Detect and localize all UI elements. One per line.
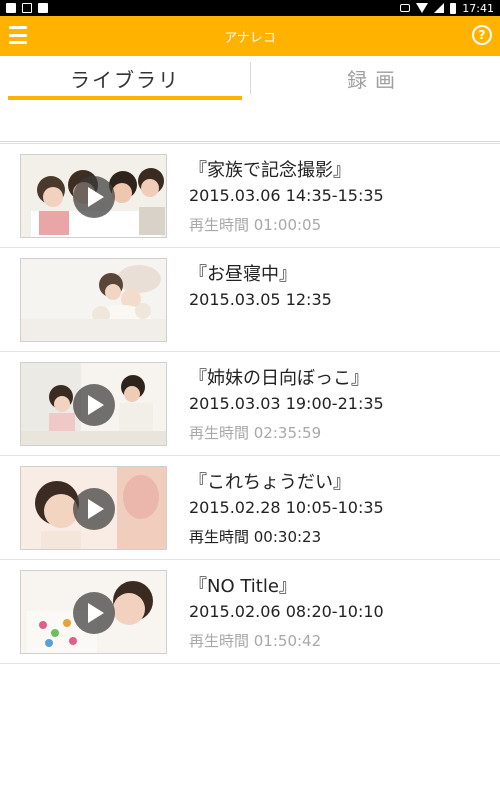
item-date: 2015.03.06 14:35-15:35 [189,186,384,205]
item-duration: 再生時間 01:00:05 [189,216,322,234]
signal-icon [434,3,445,13]
battery-icon [450,2,457,14]
tab-record[interactable]: 録画 [250,56,500,100]
item-title: 『姉妹の日向ぼっこ』 [189,368,369,389]
list-item[interactable]: 『お昼寝中』 2015.03.05 12:35 [0,248,500,352]
item-duration: 再生時間 01:50:42 [189,632,322,650]
list-item[interactable]: 『家族で記念撮影』 2015.03.06 14:35-15:35 再生時間 01… [0,144,500,248]
list-item[interactable]: 『NO Title』 2015.02.06 08:20-10:10 再生時間 0… [0,560,500,664]
play-icon[interactable] [73,488,115,530]
item-duration: 再生時間 02:35:59 [189,424,322,442]
item-title: 『お昼寝中』 [189,264,297,285]
video-thumbnail[interactable] [20,258,167,342]
item-date: 2015.02.28 10:05-10:35 [189,498,384,517]
status-left [6,3,48,13]
play-icon[interactable] [73,592,115,634]
tab-bar: ライブラリ 録画 [0,56,500,100]
item-date: 2015.02.06 08:20-10:10 [189,602,384,621]
tab-record-label: 録画 [347,67,403,92]
list-item[interactable]: 『これちょうだい』 2015.02.28 10:05-10:35 再生時間 00… [0,456,500,560]
play-icon[interactable] [73,384,115,426]
item-title: 『これちょうだい』 [189,472,351,493]
video-thumbnail[interactable] [20,154,167,238]
video-thumbnail[interactable] [20,570,167,654]
list-header-spacer [0,100,500,142]
tab-library[interactable]: ライブラリ [0,56,250,100]
item-title: 『NO Title』 [189,576,297,597]
wifi-icon [416,3,429,13]
play-icon[interactable] [73,176,115,218]
shopping-bag-icon [38,3,48,13]
app-title: アナレコ [224,30,276,46]
video-list: 『家族で記念撮影』 2015.03.06 14:35-15:35 再生時間 01… [0,143,500,664]
help-icon[interactable]: ? [472,25,492,45]
video-thumbnail[interactable] [20,466,167,550]
tab-library-label: ライブラリ [70,67,180,92]
tab-divider [250,62,251,94]
menu-icon[interactable] [9,26,27,44]
item-duration: 再生時間 00:30:23 [189,528,322,546]
vibrate-icon [400,4,411,12]
item-date: 2015.03.05 12:35 [189,290,332,309]
napping-photo-thumbnail [21,259,166,341]
app-bar: アナレコ ? [0,16,500,56]
video-thumbnail[interactable] [20,362,167,446]
status-right: 17:41 [400,2,494,15]
item-title: 『家族で記念撮影』 [189,160,351,181]
status-time: 17:41 [462,1,494,15]
item-date: 2015.03.03 19:00-21:35 [189,394,384,413]
status-bar: 17:41 [0,0,500,16]
list-item[interactable]: 『姉妹の日向ぼっこ』 2015.03.03 19:00-21:35 再生時間 0… [0,352,500,456]
help-symbol: ? [478,28,486,42]
image-notification-icon [6,3,16,13]
sim-card-icon [22,3,32,13]
